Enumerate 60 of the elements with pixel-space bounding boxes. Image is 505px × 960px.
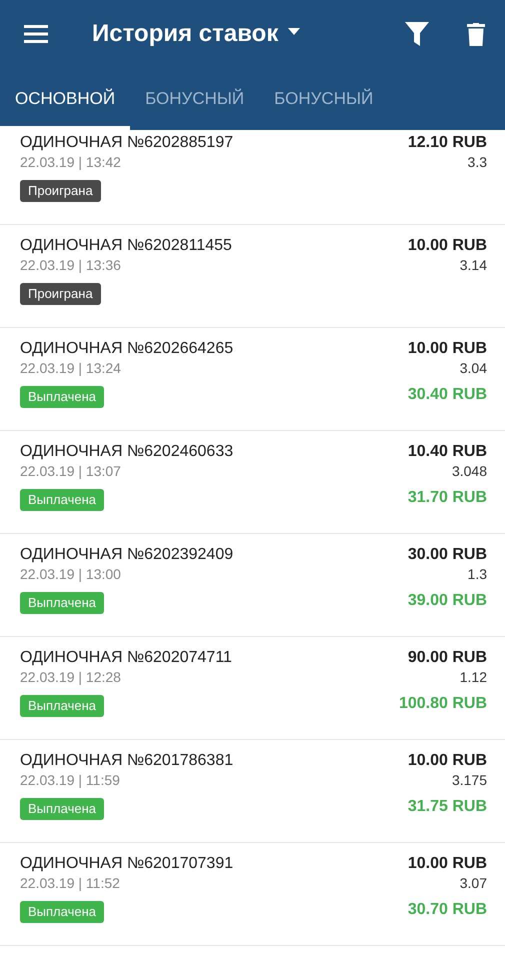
bet-amount: 10.00 RUB [408, 236, 487, 256]
bet-title: ОДИНОЧНАЯ №6201786381 [20, 751, 234, 771]
bet-date: 22.03.19 | 11:59 [20, 771, 121, 790]
bet-coefficient: 3.14 [460, 256, 487, 275]
status-badge: Проиграна [20, 283, 101, 305]
filter-icon[interactable] [405, 22, 429, 46]
bet-coefficient: 3.3 [468, 153, 487, 172]
menu-icon[interactable] [24, 25, 48, 43]
status-badge: Выплачена [20, 386, 104, 408]
bet-row[interactable]: ОДИНОЧНАЯ №6202885197 22.03.19 | 13:42 Проиграна 12.10 RUB 3.3 [0, 122, 505, 225]
payout-amount: 39.00 RUB [408, 591, 487, 611]
status-badge: Выплачена [20, 592, 104, 614]
bet-title: ОДИНОЧНАЯ №6202664265 [20, 339, 234, 359]
bet-coefficient: 3.175 [452, 771, 487, 790]
dropdown-caret-icon[interactable] [288, 28, 300, 34]
payout-amount: 30.40 RUB [408, 385, 487, 405]
payout-amount: 30.70 RUB [408, 900, 487, 920]
screen-title[interactable]: История ставок [92, 20, 278, 48]
bet-title: ОДИНОЧНАЯ №6202074711 [20, 648, 232, 668]
bet-coefficient: 1.3 [468, 565, 487, 584]
bet-title: ОДИНОЧНАЯ №6201707391 [20, 854, 234, 874]
bet-date: 22.03.19 | 13:24 [20, 359, 122, 378]
payout-amount: 100.80 RUB [398, 694, 487, 714]
status-badge: Выплачена [20, 695, 104, 717]
bet-title: ОДИНОЧНАЯ №6202460633 [20, 442, 234, 462]
bet-row[interactable]: ОДИНОЧНАЯ №6202074711 22.03.19 | 12:28 Выплачена 90.00 RUB 1.12 100.80 RUB [0, 637, 505, 740]
status-badge: Выплачена [20, 901, 104, 923]
bet-amount: 10.00 RUB [408, 751, 487, 771]
bet-amount: 10.40 RUB [408, 442, 487, 462]
bet-date: 22.03.19 | 12:28 [20, 668, 122, 687]
bet-row[interactable]: ОДИНОЧНАЯ №6202664265 22.03.19 | 13:24 Выплачена 10.00 RUB 3.04 30.40 RUB [0, 328, 505, 431]
bet-title: ОДИНОЧНАЯ №6202811455 [20, 236, 232, 256]
bet-amount: 10.00 RUB [408, 854, 487, 874]
bet-date: 22.03.19 | 11:52 [20, 874, 121, 893]
bet-title: ОДИНОЧНАЯ №6202392409 [20, 545, 234, 565]
bet-amount: 12.10 RUB [408, 133, 487, 153]
bet-coefficient: 3.04 [460, 359, 487, 378]
bet-row[interactable]: ОДИНОЧНАЯ №6201707391 22.03.19 | 11:52 Выплачена 10.00 RUB 3.07 30.70 RUB [0, 843, 505, 946]
trash-icon[interactable] [467, 22, 485, 46]
bet-row[interactable]: ОДИНОЧНАЯ №6202811455 22.03.19 | 13:36 Проиграна 10.00 RUB 3.14 [0, 225, 505, 328]
bet-date: 22.03.19 | 13:00 [20, 565, 122, 584]
bet-coefficient: 3.048 [452, 462, 487, 481]
bet-coefficient: 1.12 [460, 668, 487, 687]
bet-date: 22.03.19 | 13:36 [20, 256, 122, 275]
bet-amount: 30.00 RUB [408, 545, 487, 565]
bet-date: 22.03.19 | 13:42 [20, 153, 122, 172]
payout-amount: 31.75 RUB [408, 797, 487, 817]
bet-coefficient: 3.07 [460, 874, 487, 893]
bet-title: ОДИНОЧНАЯ №6202885197 [20, 133, 234, 153]
bet-amount: 10.00 RUB [408, 339, 487, 359]
bet-amount: 90.00 RUB [408, 648, 487, 668]
bet-row[interactable]: ОДИНОЧНАЯ №6201786381 22.03.19 | 11:59 Выплачена 10.00 RUB 3.175 31.75 RUB [0, 740, 505, 843]
status-badge: Проиграна [20, 180, 101, 202]
payout-amount: 31.70 RUB [408, 488, 487, 508]
status-badge: Выплачена [20, 489, 104, 511]
bet-row[interactable]: ОДИНОЧНАЯ №6202460633 22.03.19 | 13:07 Выплачена 10.40 RUB 3.048 31.70 RUB [0, 431, 505, 534]
tab[interactable]: ОСНОВНОЙ [0, 68, 130, 130]
bet-row[interactable]: ОДИНОЧНАЯ №6202392409 22.03.19 | 13:00 Выплачена 30.00 RUB 1.3 39.00 RUB [0, 534, 505, 637]
status-badge: Выплачена [20, 798, 104, 820]
bet-date: 22.03.19 | 13:07 [20, 462, 122, 481]
